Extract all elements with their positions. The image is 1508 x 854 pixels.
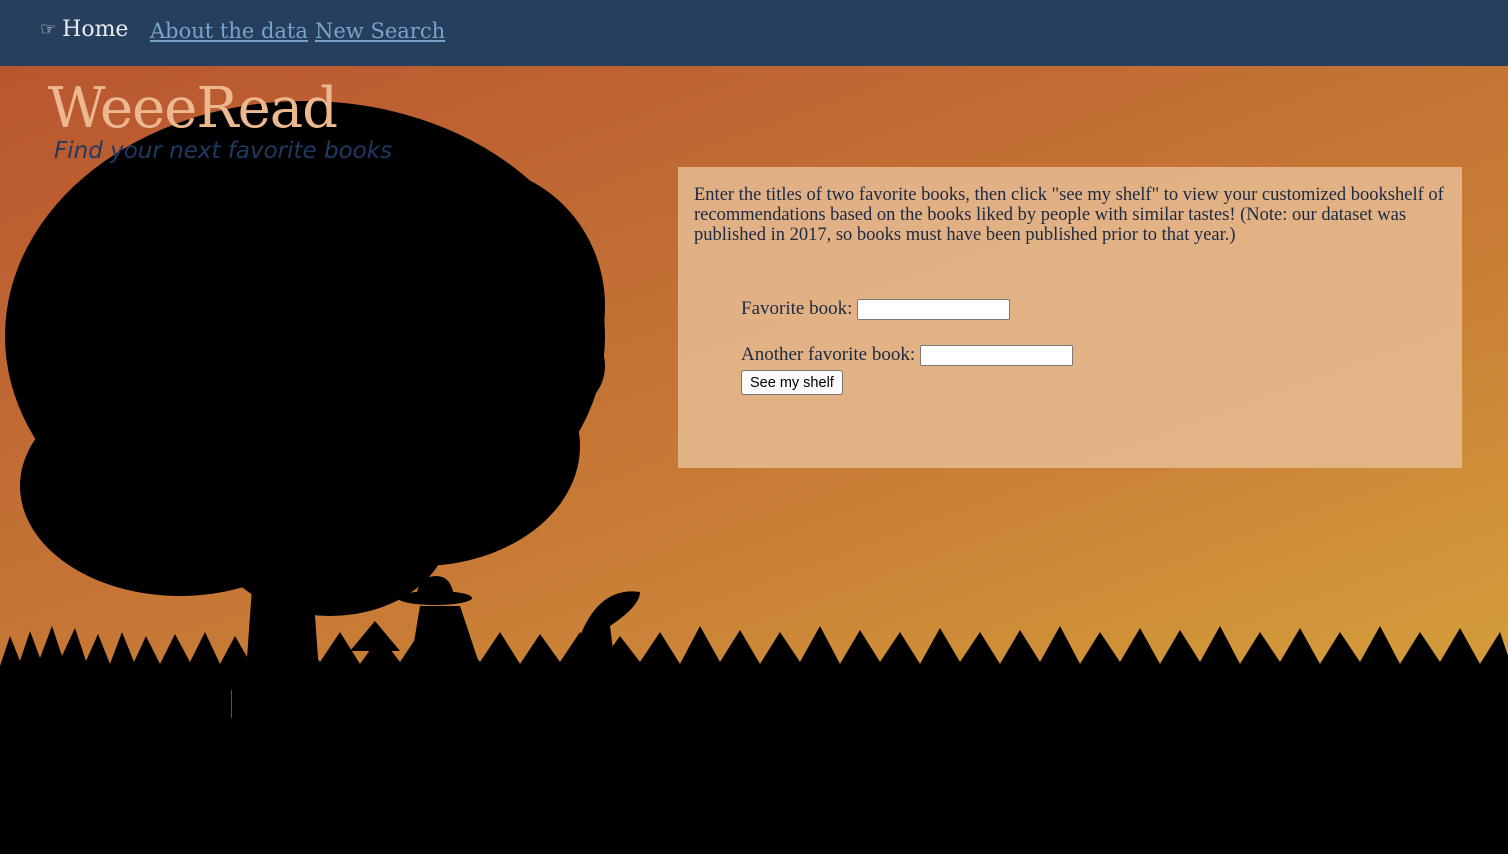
- see-my-shelf-button[interactable]: See my shelf: [741, 370, 843, 395]
- hero-background: WeeeRead Find your next favorite books E…: [0, 66, 1508, 854]
- pointing-hand-icon: ☞: [40, 19, 57, 40]
- another-favorite-book-input[interactable]: [920, 344, 1074, 366]
- nav-home-label: Home: [62, 17, 129, 42]
- nav-about-link[interactable]: About the data: [150, 19, 308, 43]
- another-favorite-book-label: Another favorite book:: [741, 344, 916, 365]
- nav-new-search-link[interactable]: New Search: [315, 19, 445, 43]
- nav-home-link[interactable]: ☞ Home: [40, 17, 128, 42]
- favorite-book-input[interactable]: [857, 298, 1011, 320]
- favorite-book-label: Favorite book:: [741, 298, 853, 319]
- text-cursor-mark: [231, 690, 232, 718]
- site-subtitle: Find your next favorite books: [54, 138, 393, 164]
- intro-text: Enter the titles of two favorite books, …: [694, 185, 1444, 245]
- another-favorite-book-row: Another favorite book:: [741, 344, 1074, 366]
- site-title: WeeeRead: [48, 76, 338, 141]
- recommendation-form-panel: Enter the titles of two favorite books, …: [678, 167, 1462, 468]
- favorite-book-row: Favorite book:: [741, 298, 1011, 320]
- top-navbar: ☞ Home About the data New Search: [0, 0, 1508, 66]
